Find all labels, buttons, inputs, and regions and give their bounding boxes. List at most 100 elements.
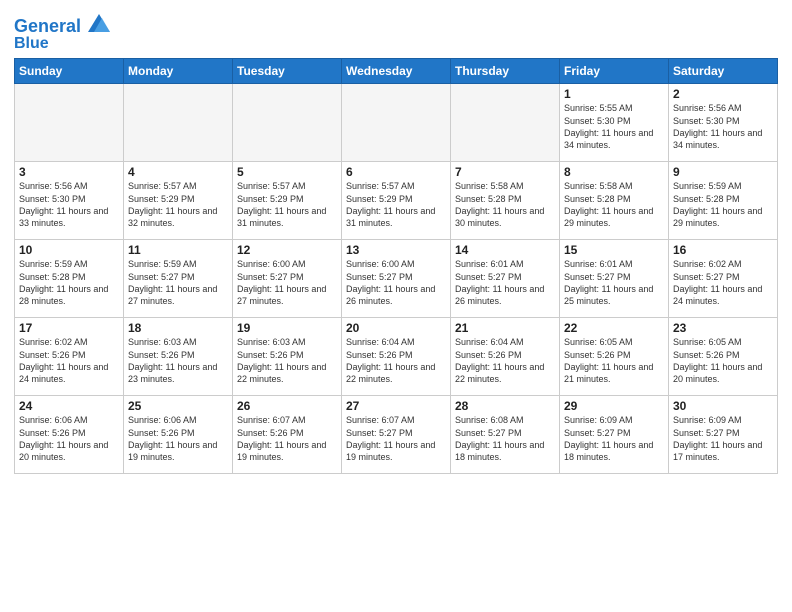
day-info: Sunrise: 6:07 AMSunset: 5:27 PMDaylight:… xyxy=(346,414,446,463)
weekday-header-monday: Monday xyxy=(124,59,233,84)
day-info: Sunrise: 6:06 AMSunset: 5:26 PMDaylight:… xyxy=(128,414,228,463)
calendar-cell: 26Sunrise: 6:07 AMSunset: 5:26 PMDayligh… xyxy=(233,396,342,474)
calendar-cell: 11Sunrise: 5:59 AMSunset: 5:27 PMDayligh… xyxy=(124,240,233,318)
day-number: 15 xyxy=(564,243,664,257)
calendar-cell: 17Sunrise: 6:02 AMSunset: 5:26 PMDayligh… xyxy=(15,318,124,396)
calendar-cell: 30Sunrise: 6:09 AMSunset: 5:27 PMDayligh… xyxy=(669,396,778,474)
day-info: Sunrise: 5:59 AMSunset: 5:28 PMDaylight:… xyxy=(19,258,119,307)
day-info: Sunrise: 5:57 AMSunset: 5:29 PMDaylight:… xyxy=(346,180,446,229)
calendar-cell: 13Sunrise: 6:00 AMSunset: 5:27 PMDayligh… xyxy=(342,240,451,318)
calendar-cell: 21Sunrise: 6:04 AMSunset: 5:26 PMDayligh… xyxy=(451,318,560,396)
day-number: 6 xyxy=(346,165,446,179)
calendar-cell: 25Sunrise: 6:06 AMSunset: 5:26 PMDayligh… xyxy=(124,396,233,474)
day-number: 30 xyxy=(673,399,773,413)
day-number: 12 xyxy=(237,243,337,257)
day-number: 9 xyxy=(673,165,773,179)
weekday-header-row: SundayMondayTuesdayWednesdayThursdayFrid… xyxy=(15,59,778,84)
calendar-cell: 22Sunrise: 6:05 AMSunset: 5:26 PMDayligh… xyxy=(560,318,669,396)
logo-text: General xyxy=(14,14,110,37)
calendar-cell: 15Sunrise: 6:01 AMSunset: 5:27 PMDayligh… xyxy=(560,240,669,318)
calendar-table: SundayMondayTuesdayWednesdayThursdayFrid… xyxy=(14,58,778,474)
calendar-cell xyxy=(342,84,451,162)
day-info: Sunrise: 6:05 AMSunset: 5:26 PMDaylight:… xyxy=(673,336,773,385)
day-info: Sunrise: 6:01 AMSunset: 5:27 PMDaylight:… xyxy=(564,258,664,307)
day-number: 14 xyxy=(455,243,555,257)
day-info: Sunrise: 5:56 AMSunset: 5:30 PMDaylight:… xyxy=(673,102,773,151)
calendar-cell: 23Sunrise: 6:05 AMSunset: 5:26 PMDayligh… xyxy=(669,318,778,396)
day-number: 22 xyxy=(564,321,664,335)
calendar-cell: 19Sunrise: 6:03 AMSunset: 5:26 PMDayligh… xyxy=(233,318,342,396)
header: General Blue xyxy=(14,10,778,52)
day-number: 19 xyxy=(237,321,337,335)
week-row-2: 3Sunrise: 5:56 AMSunset: 5:30 PMDaylight… xyxy=(15,162,778,240)
day-info: Sunrise: 6:09 AMSunset: 5:27 PMDaylight:… xyxy=(564,414,664,463)
day-info: Sunrise: 5:56 AMSunset: 5:30 PMDaylight:… xyxy=(19,180,119,229)
day-info: Sunrise: 6:02 AMSunset: 5:27 PMDaylight:… xyxy=(673,258,773,307)
day-info: Sunrise: 5:55 AMSunset: 5:30 PMDaylight:… xyxy=(564,102,664,151)
day-info: Sunrise: 6:00 AMSunset: 5:27 PMDaylight:… xyxy=(237,258,337,307)
weekday-header-thursday: Thursday xyxy=(451,59,560,84)
day-number: 11 xyxy=(128,243,228,257)
weekday-header-friday: Friday xyxy=(560,59,669,84)
week-row-4: 17Sunrise: 6:02 AMSunset: 5:26 PMDayligh… xyxy=(15,318,778,396)
calendar-cell: 27Sunrise: 6:07 AMSunset: 5:27 PMDayligh… xyxy=(342,396,451,474)
day-info: Sunrise: 5:58 AMSunset: 5:28 PMDaylight:… xyxy=(455,180,555,229)
day-info: Sunrise: 5:59 AMSunset: 5:28 PMDaylight:… xyxy=(673,180,773,229)
calendar-cell: 16Sunrise: 6:02 AMSunset: 5:27 PMDayligh… xyxy=(669,240,778,318)
calendar-cell xyxy=(451,84,560,162)
day-info: Sunrise: 6:05 AMSunset: 5:26 PMDaylight:… xyxy=(564,336,664,385)
day-number: 5 xyxy=(237,165,337,179)
weekday-header-wednesday: Wednesday xyxy=(342,59,451,84)
calendar-cell: 12Sunrise: 6:00 AMSunset: 5:27 PMDayligh… xyxy=(233,240,342,318)
day-number: 17 xyxy=(19,321,119,335)
calendar-cell: 18Sunrise: 6:03 AMSunset: 5:26 PMDayligh… xyxy=(124,318,233,396)
day-number: 13 xyxy=(346,243,446,257)
day-info: Sunrise: 6:04 AMSunset: 5:26 PMDaylight:… xyxy=(346,336,446,385)
day-info: Sunrise: 5:57 AMSunset: 5:29 PMDaylight:… xyxy=(237,180,337,229)
calendar-cell: 7Sunrise: 5:58 AMSunset: 5:28 PMDaylight… xyxy=(451,162,560,240)
day-info: Sunrise: 6:04 AMSunset: 5:26 PMDaylight:… xyxy=(455,336,555,385)
day-info: Sunrise: 5:58 AMSunset: 5:28 PMDaylight:… xyxy=(564,180,664,229)
weekday-header-saturday: Saturday xyxy=(669,59,778,84)
calendar-cell: 2Sunrise: 5:56 AMSunset: 5:30 PMDaylight… xyxy=(669,84,778,162)
day-number: 28 xyxy=(455,399,555,413)
calendar-cell xyxy=(124,84,233,162)
calendar-cell: 3Sunrise: 5:56 AMSunset: 5:30 PMDaylight… xyxy=(15,162,124,240)
day-number: 7 xyxy=(455,165,555,179)
calendar-cell: 29Sunrise: 6:09 AMSunset: 5:27 PMDayligh… xyxy=(560,396,669,474)
day-number: 25 xyxy=(128,399,228,413)
calendar-cell: 10Sunrise: 5:59 AMSunset: 5:28 PMDayligh… xyxy=(15,240,124,318)
day-number: 21 xyxy=(455,321,555,335)
week-row-1: 1Sunrise: 5:55 AMSunset: 5:30 PMDaylight… xyxy=(15,84,778,162)
calendar-cell: 1Sunrise: 5:55 AMSunset: 5:30 PMDaylight… xyxy=(560,84,669,162)
calendar-cell xyxy=(233,84,342,162)
calendar-cell: 9Sunrise: 5:59 AMSunset: 5:28 PMDaylight… xyxy=(669,162,778,240)
calendar-cell: 14Sunrise: 6:01 AMSunset: 5:27 PMDayligh… xyxy=(451,240,560,318)
logo-blue: Blue xyxy=(14,35,110,53)
day-number: 10 xyxy=(19,243,119,257)
day-number: 4 xyxy=(128,165,228,179)
day-number: 8 xyxy=(564,165,664,179)
logo-icon xyxy=(88,14,110,32)
day-number: 27 xyxy=(346,399,446,413)
day-info: Sunrise: 6:03 AMSunset: 5:26 PMDaylight:… xyxy=(128,336,228,385)
day-number: 1 xyxy=(564,87,664,101)
day-info: Sunrise: 6:09 AMSunset: 5:27 PMDaylight:… xyxy=(673,414,773,463)
page-container: General Blue SundayMondayTuesdayWednesda… xyxy=(0,0,792,480)
day-info: Sunrise: 6:07 AMSunset: 5:26 PMDaylight:… xyxy=(237,414,337,463)
day-number: 26 xyxy=(237,399,337,413)
calendar-cell: 24Sunrise: 6:06 AMSunset: 5:26 PMDayligh… xyxy=(15,396,124,474)
day-info: Sunrise: 6:08 AMSunset: 5:27 PMDaylight:… xyxy=(455,414,555,463)
day-info: Sunrise: 5:57 AMSunset: 5:29 PMDaylight:… xyxy=(128,180,228,229)
day-number: 2 xyxy=(673,87,773,101)
day-number: 16 xyxy=(673,243,773,257)
day-info: Sunrise: 5:59 AMSunset: 5:27 PMDaylight:… xyxy=(128,258,228,307)
day-info: Sunrise: 6:02 AMSunset: 5:26 PMDaylight:… xyxy=(19,336,119,385)
calendar-cell: 4Sunrise: 5:57 AMSunset: 5:29 PMDaylight… xyxy=(124,162,233,240)
day-info: Sunrise: 6:03 AMSunset: 5:26 PMDaylight:… xyxy=(237,336,337,385)
weekday-header-sunday: Sunday xyxy=(15,59,124,84)
week-row-5: 24Sunrise: 6:06 AMSunset: 5:26 PMDayligh… xyxy=(15,396,778,474)
calendar-cell: 20Sunrise: 6:04 AMSunset: 5:26 PMDayligh… xyxy=(342,318,451,396)
calendar-cell: 6Sunrise: 5:57 AMSunset: 5:29 PMDaylight… xyxy=(342,162,451,240)
day-info: Sunrise: 6:00 AMSunset: 5:27 PMDaylight:… xyxy=(346,258,446,307)
